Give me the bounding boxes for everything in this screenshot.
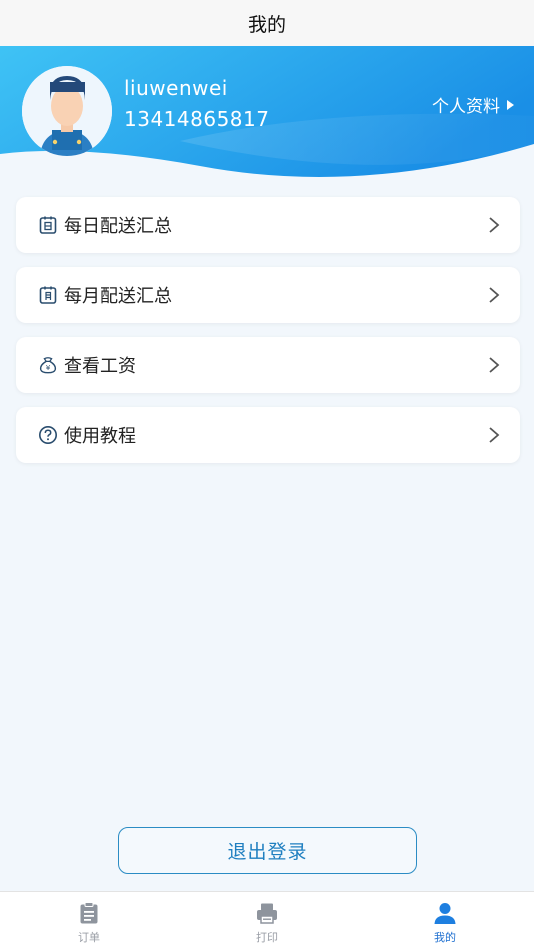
avatar-person-icon — [22, 66, 112, 156]
menu-list: 每日配送汇总 每月配送汇总 ¥ 查看工资 使用教程 — [16, 197, 520, 477]
daily-calendar-icon — [38, 215, 58, 235]
chevron-right-icon — [489, 287, 500, 303]
menu-item-label: 每日配送汇总 — [64, 216, 172, 237]
tab-label: 打印 — [256, 931, 278, 944]
chevron-right-icon — [489, 217, 500, 233]
tab-print[interactable]: 打印 — [178, 892, 356, 950]
menu-item-daily-summary[interactable]: 每日配送汇总 — [16, 197, 520, 253]
profile-details-link[interactable]: 个人资料 — [432, 92, 514, 117]
printer-icon — [257, 903, 277, 924]
monthly-calendar-icon — [38, 285, 58, 305]
svg-text:¥: ¥ — [46, 363, 51, 372]
tab-mine[interactable]: 我的 — [356, 892, 534, 950]
tab-orders[interactable]: 订单 — [0, 892, 178, 950]
menu-item-label: 使用教程 — [64, 426, 136, 447]
menu-item-monthly-summary[interactable]: 每月配送汇总 — [16, 267, 520, 323]
help-circle-icon — [38, 425, 58, 445]
chevron-right-icon — [489, 427, 500, 443]
menu-item-view-salary[interactable]: ¥ 查看工资 — [16, 337, 520, 393]
username: liuwenwei — [124, 76, 228, 100]
profile-header: liuwenwei 13414865817 个人资料 — [0, 46, 534, 180]
chevron-right-icon — [489, 357, 500, 373]
page-title: 我的 — [247, 13, 286, 36]
menu-item-label: 查看工资 — [64, 356, 136, 377]
caret-right-icon — [507, 99, 514, 110]
bottom-tab-bar: 订单 打印 我的 — [0, 891, 534, 950]
avatar[interactable] — [22, 66, 112, 156]
money-bag-icon: ¥ — [38, 355, 58, 375]
user-icon — [434, 903, 456, 924]
clipboard-icon — [80, 902, 98, 924]
tab-label: 订单 — [78, 931, 100, 944]
tab-label: 我的 — [434, 931, 456, 944]
menu-item-label: 每月配送汇总 — [64, 286, 172, 307]
phone-number: 13414865817 — [124, 107, 270, 131]
menu-item-tutorial[interactable]: 使用教程 — [16, 407, 520, 463]
top-bar: 我的 — [0, 0, 534, 46]
logout-button[interactable]: 退出登录 — [118, 827, 417, 874]
profile-details-label: 个人资料 — [432, 97, 500, 117]
